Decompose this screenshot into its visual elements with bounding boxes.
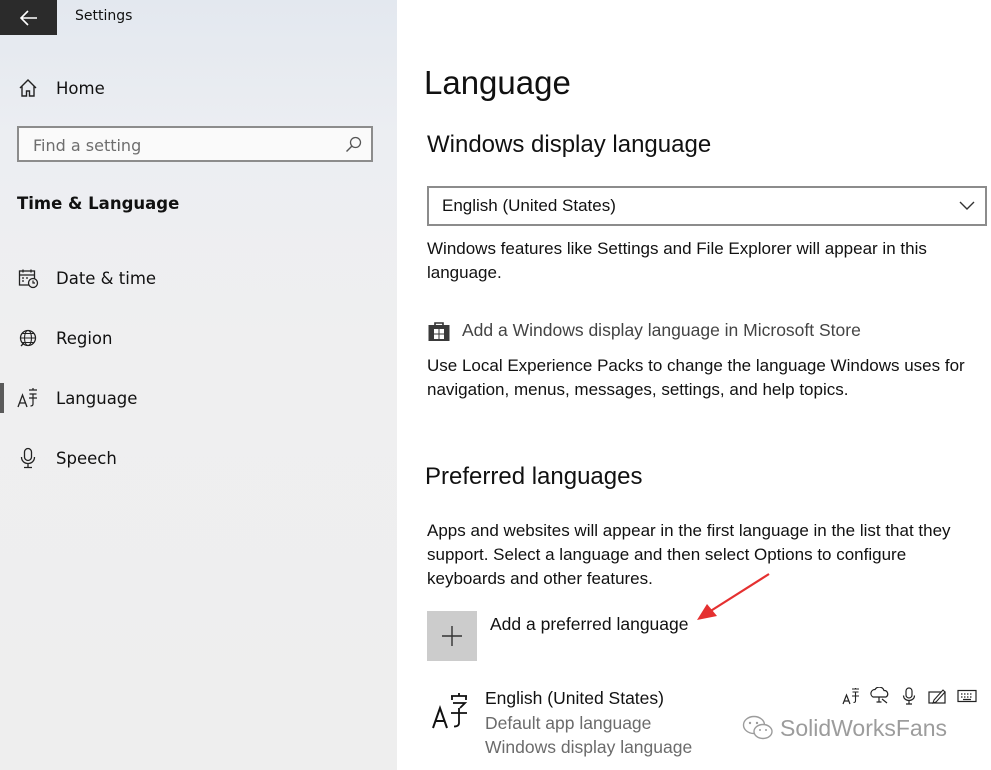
sidebar-item-language[interactable]: Language — [0, 378, 397, 418]
language-icon — [17, 387, 39, 409]
search-input[interactable] — [19, 128, 355, 162]
add-tile[interactable] — [427, 611, 477, 661]
store-link-row[interactable]: Add a Windows display language in Micros… — [427, 318, 947, 346]
watermark-text: SolidWorksFans — [780, 714, 948, 741]
language-feature-icons — [840, 686, 990, 706]
sidebar-item-label: Date & time — [56, 268, 157, 288]
section-title: Time & Language — [17, 194, 180, 213]
language-pack-icon — [840, 686, 861, 706]
main-content: Language Windows display language Englis… — [397, 0, 991, 770]
display-language-dropdown[interactable]: English (United States) — [427, 186, 987, 226]
plus-icon — [442, 626, 462, 646]
add-preferred-language-button[interactable]: Add a preferred language — [427, 611, 727, 661]
annotation-arrow-icon — [697, 573, 770, 620]
nav-home-label: Home — [56, 78, 105, 98]
language-subtitle: Default app language — [485, 713, 652, 733]
speech-icon — [869, 686, 890, 706]
chevron-down-icon — [959, 201, 975, 210]
language-subtitle: Windows display language — [485, 737, 693, 757]
keyboard-icon — [956, 686, 977, 706]
store-link[interactable]: Add a Windows display language in Micros… — [462, 320, 861, 341]
search-box[interactable] — [17, 126, 373, 162]
language-name: English (United States) — [485, 688, 664, 708]
nav-home[interactable]: Home — [0, 68, 397, 108]
sidebar-item-date-time[interactable]: Date & time — [0, 258, 397, 298]
watermark: SolidWorksFans — [742, 714, 947, 742]
display-language-description: Windows features like Settings and File … — [427, 239, 927, 282]
add-preferred-language-label: Add a preferred language — [490, 614, 689, 634]
calendar-clock-icon — [17, 267, 39, 289]
home-icon — [17, 77, 39, 99]
window-title: Settings — [75, 8, 133, 24]
microphone-icon — [17, 447, 39, 469]
sidebar-item-region[interactable]: Region — [0, 318, 397, 358]
sidebar-item-label: Speech — [56, 448, 117, 468]
store-bag-icon — [428, 322, 450, 341]
display-language-value: English (United States) — [442, 196, 616, 215]
search-icon[interactable] — [345, 136, 362, 153]
lxp-description: Use Local Experience Packs to change the… — [427, 356, 965, 399]
display-language-heading: Windows display language — [427, 131, 712, 158]
microphone-icon — [898, 686, 919, 706]
preferred-languages-heading: Preferred languages — [425, 463, 643, 490]
language-icon — [432, 693, 468, 729]
sidebar-item-speech[interactable]: Speech — [0, 438, 397, 478]
back-button[interactable] — [0, 0, 57, 35]
back-arrow-icon — [19, 9, 37, 26]
sidebar-item-label: Region — [56, 328, 113, 348]
page-title: Language — [424, 64, 571, 101]
globe-icon — [17, 327, 39, 349]
sidebar-item-label: Language — [56, 388, 138, 408]
sidebar: Settings Home Time & Language Date & tim… — [0, 0, 397, 770]
handwriting-icon — [927, 686, 948, 706]
wechat-logo-icon — [742, 715, 773, 740]
